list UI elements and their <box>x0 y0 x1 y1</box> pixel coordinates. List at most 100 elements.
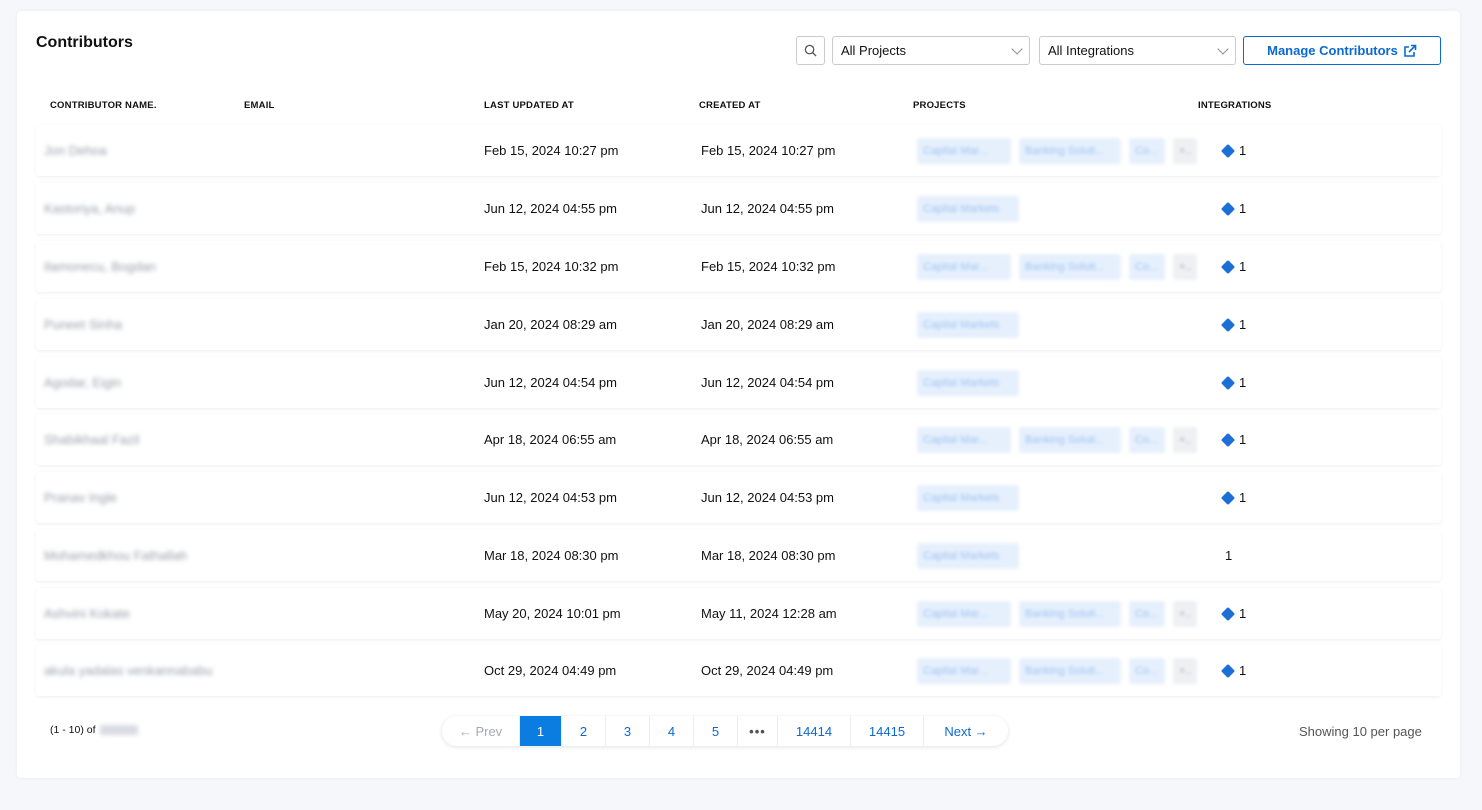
integrations-count: 1 <box>1239 259 1247 274</box>
integrations-cell: 1 <box>1220 241 1247 292</box>
contributor-name-redacted: Jon Dehoa <box>44 143 107 158</box>
created-cell: Jun 12, 2024 04:54 pm <box>701 375 834 390</box>
more-projects-chip[interactable]: +.. <box>1173 426 1197 453</box>
table-row[interactable]: Shabikhaal Fazil Apr 18, 2024 06:55 am A… <box>36 414 1441 465</box>
table-row[interactable]: Agodar, Eigin Jun 12, 2024 04:54 pm Jun … <box>36 357 1441 408</box>
created-cell: Feb 15, 2024 10:27 pm <box>701 143 836 158</box>
integrations-cell: 1 <box>1220 299 1247 350</box>
projects-cell: Capital Markets <box>917 472 1019 523</box>
manage-contributors-button[interactable]: Manage Contributors <box>1243 36 1441 65</box>
table-row[interactable]: Puneet Sinha Jan 20, 2024 08:29 am Jan 2… <box>36 299 1441 350</box>
jira-icon <box>1220 259 1236 274</box>
integrations-filter-select[interactable]: All Integrations <box>1039 36 1236 65</box>
jira-icon <box>1220 143 1236 158</box>
project-chip: Co... <box>1129 253 1165 280</box>
integrations-cell: 1 <box>1225 530 1232 581</box>
table-row[interactable]: Kastoriya, Anup Jun 12, 2024 04:55 pm Ju… <box>36 183 1441 234</box>
column-header-integrations: INTEGRATIONS <box>1198 100 1272 111</box>
page-14414-button[interactable]: 14414 <box>778 716 851 746</box>
integrations-filter-value: All Integrations <box>1048 43 1134 58</box>
column-header-name: CONTRIBUTOR NAME. <box>50 100 157 111</box>
contributor-name-redacted: Pranav Ingle <box>44 490 117 505</box>
integrations-count: 1 <box>1239 663 1247 678</box>
project-chip: Capital Mar... <box>917 426 1011 453</box>
table-row[interactable]: Pranav Ingle Jun 12, 2024 04:53 pm Jun 1… <box>36 472 1441 523</box>
last-updated-cell: Jun 12, 2024 04:55 pm <box>484 201 617 216</box>
jira-icon <box>1220 375 1236 390</box>
project-chip: Capital Markets <box>917 484 1019 511</box>
integrations-count: 1 <box>1239 143 1247 158</box>
page-4-button[interactable]: 4 <box>650 716 694 746</box>
pagination: ← Prev 1 2 3 4 5 ••• 14414 14415 Next → <box>442 716 1008 746</box>
jira-icon <box>1220 201 1236 216</box>
more-projects-chip[interactable]: +.. <box>1173 657 1197 684</box>
page-5-button[interactable]: 5 <box>694 716 738 746</box>
integrations-count: 1 <box>1239 201 1247 216</box>
projects-cell: Capital Markets <box>917 183 1019 234</box>
integrations-count: 1 <box>1239 317 1247 332</box>
contributors-card: Contributors All Projects All Integratio… <box>17 11 1460 778</box>
projects-cell: Capital Markets <box>917 530 1019 581</box>
contributor-name-redacted: akula yadalas venkannababu <box>44 663 213 678</box>
integrations-count: 1 <box>1239 375 1247 390</box>
project-chip: Banking Soluti... <box>1019 600 1121 627</box>
contributor-name-redacted: Agodar, Eigin <box>44 375 122 390</box>
column-header-created: CREATED AT <box>699 100 761 111</box>
page-14415-button[interactable]: 14415 <box>851 716 924 746</box>
jira-icon <box>1220 606 1236 621</box>
integrations-count: 1 <box>1239 432 1247 447</box>
projects-filter-select[interactable]: All Projects <box>832 36 1030 65</box>
last-updated-cell: Jan 20, 2024 08:29 am <box>484 317 617 332</box>
last-updated-cell: Oct 29, 2024 04:49 pm <box>484 663 617 678</box>
more-projects-chip[interactable]: +.. <box>1173 600 1197 627</box>
more-projects-chip[interactable]: +.. <box>1173 137 1197 164</box>
contributor-name-redacted: Puneet Sinha <box>44 317 123 332</box>
table-row[interactable]: Jon Dehoa Feb 15, 2024 10:27 pm Feb 15, … <box>36 125 1441 176</box>
integrations-cell: 1 <box>1220 125 1247 176</box>
projects-cell: Capital Mar... Banking Soluti... Co... +… <box>917 414 1197 465</box>
results-count: (1 - 10) of <box>50 724 138 736</box>
created-cell: Jun 12, 2024 04:53 pm <box>701 490 834 505</box>
column-header-last-updated: LAST UPDATED AT <box>484 100 574 111</box>
search-button[interactable] <box>796 36 825 65</box>
last-updated-cell: Feb 15, 2024 10:32 pm <box>484 259 619 274</box>
per-page-label: Showing 10 per page <box>1299 724 1422 739</box>
project-chip: Capital Markets <box>917 542 1019 569</box>
page-title: Contributors <box>36 34 133 51</box>
last-updated-cell: Jun 12, 2024 04:54 pm <box>484 375 617 390</box>
pagination-ellipsis: ••• <box>738 716 778 746</box>
project-chip: Capital Mar... <box>917 253 1011 280</box>
prev-page-button[interactable]: ← Prev <box>442 716 520 746</box>
contributor-name-redacted: Kastoriya, Anup <box>44 201 136 216</box>
table-row[interactable]: Ilamonecu, Bogdan Feb 15, 2024 10:32 pm … <box>36 241 1441 292</box>
more-projects-chip[interactable]: +.. <box>1173 253 1197 280</box>
projects-cell: Capital Mar... Banking Soluti... Co... +… <box>917 125 1197 176</box>
created-cell: Apr 18, 2024 06:55 am <box>701 432 834 447</box>
table-row[interactable]: Ashvini Kokate May 20, 2024 10:01 pm May… <box>36 588 1441 639</box>
next-page-button[interactable]: Next → <box>924 716 1008 746</box>
total-count-redacted <box>99 725 138 735</box>
integrations-cell: 1 <box>1220 357 1247 408</box>
column-header-projects: PROJECTS <box>913 100 966 111</box>
results-count-label: (1 - 10) of <box>50 724 96 736</box>
created-cell: Oct 29, 2024 04:49 pm <box>701 663 834 678</box>
integrations-cell: 1 <box>1220 472 1246 523</box>
page-3-button[interactable]: 3 <box>606 716 650 746</box>
contributor-name-redacted: Ilamonecu, Bogdan <box>44 259 157 274</box>
project-chip: Co... <box>1129 426 1165 453</box>
table-row[interactable]: akula yadalas venkannababu Oct 29, 2024 … <box>36 645 1441 696</box>
page-1-button[interactable]: 1 <box>520 716 562 746</box>
chevron-down-icon <box>1217 42 1229 55</box>
projects-cell: Capital Mar... Banking Soluti... Co... +… <box>917 645 1197 696</box>
project-chip: Capital Markets <box>917 311 1019 338</box>
projects-cell: Capital Markets <box>917 299 1019 350</box>
page-2-button[interactable]: 2 <box>562 716 606 746</box>
table-row[interactable]: Mohamedkhou Fathallah Mar 18, 2024 08:30… <box>36 530 1441 581</box>
project-chip: Co... <box>1129 137 1165 164</box>
last-updated-cell: Mar 18, 2024 08:30 pm <box>484 548 619 563</box>
integrations-cell: 1 <box>1220 588 1247 639</box>
project-chip: Capital Mar... <box>917 137 1011 164</box>
contributor-name-redacted: Mohamedkhou Fathallah <box>44 548 188 563</box>
project-chip: Banking Soluti... <box>1019 253 1121 280</box>
integrations-count: 1 <box>1239 606 1247 621</box>
